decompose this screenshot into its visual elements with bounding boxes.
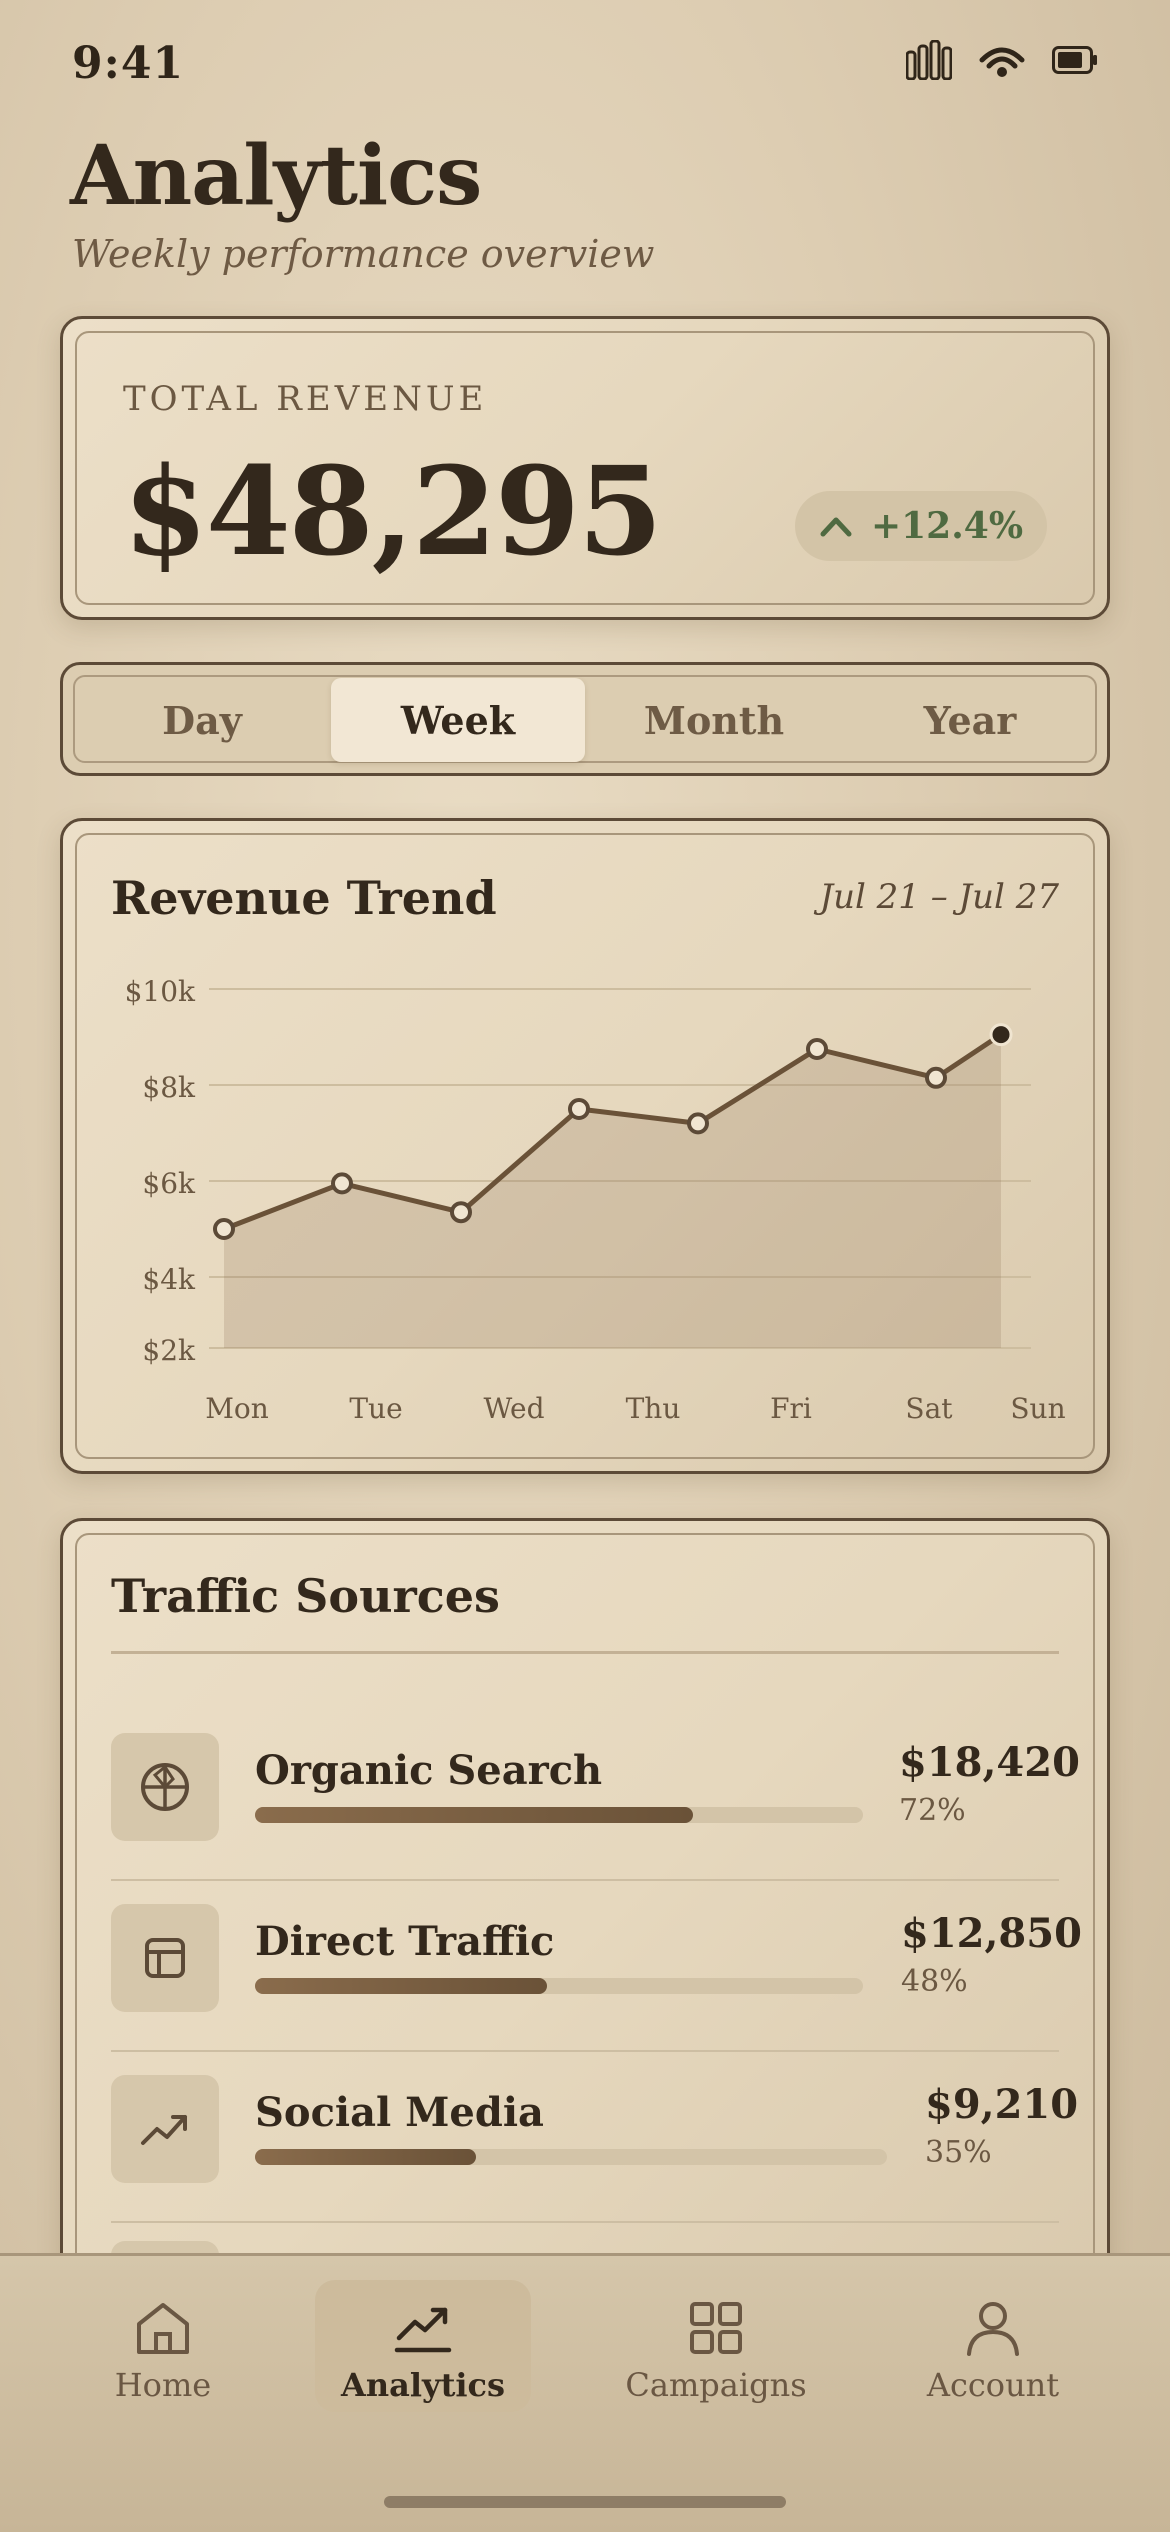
tab-account[interactable]: Account [885, 2280, 1101, 2412]
tab-day[interactable]: Day [75, 678, 329, 762]
data-point [331, 1172, 353, 1195]
progress-track [255, 1807, 863, 1823]
analytics-icon [394, 2307, 452, 2353]
status-icons [906, 40, 1098, 80]
y-tick-label: $6k [142, 1167, 196, 1200]
source-name: Direct Traffic [255, 1918, 555, 1965]
tab-year[interactable]: Year [843, 678, 1097, 762]
progress-fill [255, 1978, 547, 1994]
data-point [213, 1218, 235, 1240]
tab-month[interactable]: Month [587, 678, 841, 762]
x-tick-label: Thu [626, 1392, 681, 1425]
revenue-label: TOTAL REVENUE [123, 379, 488, 419]
source-row-organic-search[interactable]: Organic Search $18,420 72% [111, 1711, 1080, 1881]
y-tick-label: $4k [142, 1263, 196, 1296]
user-icon [967, 2302, 1019, 2356]
wifi-icon [979, 47, 1025, 77]
source-amount: $18,420 [899, 1739, 1080, 1786]
home-indicator [384, 2496, 786, 2508]
tab-label: Analytics [340, 2366, 505, 2404]
x-tick-label: Fri [770, 1392, 812, 1425]
divider [111, 1651, 1059, 1654]
source-row-direct-traffic[interactable]: Direct Traffic $12,850 48% [111, 1882, 1082, 2052]
progress-fill [255, 2149, 477, 2165]
y-tick-label: $2k [142, 1334, 196, 1367]
progress-track [255, 2149, 887, 2165]
revenue-chart: $10k $8k $6k $4k $2k Mon Tue Wed Thu Fri Sat Sun [125, 975, 1066, 1425]
data-point [925, 1066, 947, 1089]
x-tick-label: Tue [349, 1392, 402, 1425]
data-point [989, 1023, 1013, 1047]
traffic-title: Traffic Sources [111, 1569, 500, 1623]
source-name: Social Media [255, 2089, 544, 2136]
layout-icon [111, 1904, 219, 2012]
tab-bar: Home Analytics Campaigns Account [0, 2253, 1170, 2532]
trending-up-icon [111, 2075, 219, 2183]
change-value: +12.4% [870, 505, 1024, 547]
traffic-sources-card: Traffic Sources Organic Search $18,420 7… [60, 1518, 1110, 2349]
revenue-value: $48,295 [123, 439, 663, 583]
globe-icon [111, 1733, 219, 1841]
x-tick-label: Sat [905, 1392, 953, 1425]
progress-track [255, 1978, 863, 1994]
data-point [450, 1201, 472, 1224]
x-tick-label: Wed [484, 1392, 545, 1425]
source-row-social-media[interactable]: Social Media $9,210 35% [111, 2053, 1078, 2223]
row-divider [111, 1879, 1059, 1881]
y-tick-label: $8k [142, 1071, 196, 1104]
home-icon [137, 2303, 189, 2354]
x-tick-label: Sun [1010, 1392, 1065, 1425]
status-time: 9:41 [72, 38, 185, 89]
period-selector: Day Week Month Year [60, 662, 1110, 776]
tab-analytics[interactable]: Analytics [315, 2280, 531, 2412]
progress-fill [255, 1807, 693, 1823]
tab-label: Account [926, 2366, 1060, 2404]
x-tick-label: Mon [205, 1392, 269, 1425]
tab-home[interactable]: Home [55, 2280, 271, 2412]
row-divider [111, 2050, 1059, 2052]
tab-week[interactable]: Week [331, 678, 585, 762]
source-percent: 72% [899, 1793, 966, 1828]
status-bar: 9:41 [0, 0, 1170, 130]
tab-campaigns[interactable]: Campaigns [608, 2280, 824, 2412]
battery-icon [1052, 46, 1097, 74]
total-revenue-card: TOTAL REVENUE $48,295 +12.4% [60, 316, 1110, 620]
row-divider [111, 2221, 1059, 2223]
change-badge: +12.4% [795, 491, 1047, 561]
source-amount: $12,850 [901, 1910, 1082, 1957]
page-subtitle: Weekly performance overview [72, 232, 655, 276]
source-name: Organic Search [255, 1747, 603, 1794]
data-point [806, 1038, 828, 1060]
source-amount: $9,210 [925, 2081, 1079, 2128]
page-title: Analytics [70, 128, 482, 224]
source-percent: 35% [925, 2135, 992, 2170]
source-percent: 48% [901, 1964, 968, 1999]
data-point [687, 1112, 709, 1135]
data-point [568, 1098, 590, 1120]
tab-label: Home [114, 2366, 212, 2404]
y-tick-label: $10k [125, 975, 196, 1008]
revenue-trend-card: Revenue Trend Jul 21 – Jul 27 $10k $8k $6k… [60, 818, 1110, 1474]
grid-icon [690, 2302, 742, 2354]
arrow-up-icon [820, 517, 852, 537]
tab-label: Campaigns [625, 2366, 807, 2404]
cellular-signal-icon [906, 40, 952, 80]
